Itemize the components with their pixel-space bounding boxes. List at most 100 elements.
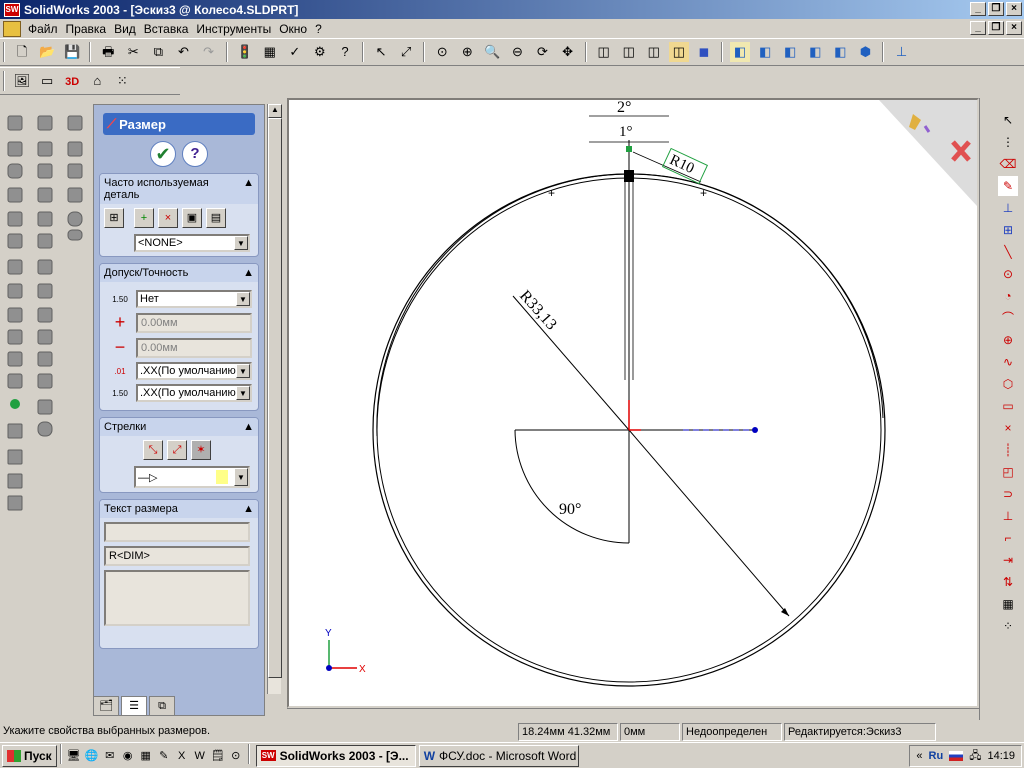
shaded-icon[interactable]: ◫ [668,42,689,62]
hidden-lines-icon[interactable]: ◫ [619,42,639,62]
chevron-down-icon[interactable]: ▼ [236,292,250,306]
view-top-icon[interactable]: ◧ [830,42,850,62]
tolerance-precision-combo[interactable]: .XX(По умолчанию) ▼ [136,384,252,402]
menu-file[interactable]: Файл [24,22,62,36]
select-icon[interactable]: ↖ [998,110,1018,130]
copy-icon[interactable]: ⧉ [148,42,168,62]
collapse-icon[interactable]: ▲ [243,267,254,279]
mirror-icon[interactable]: ⊥ [998,506,1018,526]
text-below-field[interactable] [104,570,250,626]
collapse-icon[interactable]: ▲ [243,421,254,433]
image-icon[interactable]: 🖼 [12,71,32,91]
menu-insert[interactable]: Вставка [140,22,193,36]
media-icon[interactable]: ◉ [120,746,136,766]
rotate-icon[interactable]: ⟳ [533,42,553,62]
redo-icon[interactable]: ↷ [199,42,219,62]
tools-icon[interactable]: ⚙ [310,42,330,62]
desktop-icon[interactable]: 🖥 [66,746,82,766]
add-relation-icon[interactable]: ⊞ [998,220,1018,240]
favorites-combo[interactable]: <NONE> ▼ [134,234,250,252]
delete-favorite-icon[interactable]: × [158,208,178,228]
select-filter-icon[interactable]: ⤢ [396,42,416,62]
view-iso-icon[interactable]: ⬢ [855,42,875,62]
excel-icon[interactable]: X [174,746,190,766]
arrows-smart-icon[interactable]: ✶ [191,440,211,460]
new-icon[interactable]: 🗋 [12,42,32,62]
plus-tolerance-field[interactable]: 0.00мм [136,312,252,333]
point-icon[interactable]: × [998,418,1018,438]
save-favorite-icon[interactable]: ▣ [182,208,202,228]
chevron-down-icon[interactable]: ▼ [236,386,250,400]
language-indicator[interactable]: Ru [929,750,944,762]
rectangle-icon[interactable]: ▭ [998,396,1018,416]
trim-icon[interactable]: ⌐ [998,528,1018,548]
mail-icon[interactable]: ✉ [102,746,118,766]
browser-icon[interactable]: 🌐 [84,746,100,766]
select-icon[interactable]: ↖ [371,42,391,62]
angle-dimension-1deg[interactable]: 1° [619,124,633,140]
word-icon[interactable]: W [192,746,208,766]
menu-tools[interactable]: Инструменты [192,22,275,36]
arrows-inside-icon[interactable]: ⤢ [167,440,187,460]
chevron-down-icon[interactable]: ▼ [234,468,248,486]
hidden-removed-icon[interactable]: ◫ [644,42,664,62]
menu-help[interactable]: ? [311,22,326,36]
favorite-icon[interactable]: ⊞ [104,208,124,228]
linear-pattern-icon[interactable]: ▦ [998,594,1018,614]
polygon-icon[interactable]: ⬡ [998,374,1018,394]
clock[interactable]: 14:19 [987,750,1015,762]
task-solidworks[interactable]: SW SolidWorks 2003 - [Э... [255,744,416,767]
notepad-icon[interactable]: 🗒 [210,746,226,766]
grid-icon[interactable]: ⋮ [998,132,1018,152]
menu-edit[interactable]: Правка [62,22,111,36]
collapse-icon[interactable]: ▲ [243,177,254,201]
canvas-hscroll[interactable] [287,708,979,720]
help-button[interactable]: ? [182,141,208,167]
view-back-icon[interactable]: ◧ [755,42,775,62]
menu-window[interactable]: Окно [275,22,311,36]
3d-sketch-icon[interactable]: 3D [62,72,82,92]
doc-restore-button[interactable]: ❐ [988,21,1004,35]
menu-view[interactable]: Вид [110,22,140,36]
primary-precision-combo[interactable]: .XX(По умолчанию) ▼ [136,362,252,380]
wireframe-icon[interactable]: ◫ [594,42,614,62]
angle-dimension-90[interactable]: 90° [559,501,581,518]
sketch-icon[interactable]: ✎ [998,176,1018,196]
document-icon[interactable] [3,20,21,37]
zoom-out-icon[interactable]: ⊖ [507,42,527,62]
pattern-icon[interactable]: ⁙ [112,71,132,91]
radius-dimension-r3313[interactable]: R33,13 [516,287,560,333]
calc-icon[interactable]: ▦ [138,746,154,766]
text-above-field[interactable] [104,522,250,542]
sketch-plane-icon[interactable]: ▭ [37,71,57,91]
view-left-icon[interactable]: ◧ [780,42,800,62]
tab-property-manager[interactable]: ☰ [121,696,147,716]
network-icon[interactable]: 🖧 [969,747,981,766]
angle-dimension-2deg[interactable]: 2° [617,99,631,116]
tab-configuration-manager[interactable]: ⧉ [149,696,175,716]
grid-icon[interactable]: ▦ [260,42,280,62]
close-button[interactable]: × [1006,2,1022,16]
save-icon[interactable]: 💾 [62,42,82,62]
collapse-icon[interactable]: ▲ [243,503,254,515]
help-icon[interactable]: ? [335,42,355,62]
load-favorite-icon[interactable]: ▤ [206,208,226,228]
tab-feature-manager[interactable]: 🗂 [93,696,119,716]
tool-icon[interactable]: ✎ [156,746,172,766]
shaded-edges-icon[interactable]: ◼ [694,42,714,62]
smart-dimension-icon[interactable]: ⊥ [998,198,1018,218]
hat-icon[interactable]: ⌂ [87,71,107,91]
pan-icon[interactable]: ✥ [558,42,578,62]
extend-icon[interactable]: ⇥ [998,550,1018,570]
circle-icon[interactable]: ⊕ [998,330,1018,350]
graphics-area[interactable]: 90° R33,13 2° 1° R10 + + Y X [287,98,979,708]
tolerance-type-combo[interactable]: Нет ▼ [136,290,252,308]
open-icon[interactable]: 📂 [37,42,57,62]
zoom-fit-icon[interactable]: ⊙ [432,42,452,62]
traffic-light-icon[interactable]: 🚦 [235,42,255,62]
restore-button[interactable]: ❐ [988,2,1004,16]
arrow-style-combo[interactable]: —▷ ▼ [134,466,250,488]
doc-close-button[interactable]: × [1006,21,1022,35]
spline-icon[interactable]: ∿ [998,352,1018,372]
canvas-vscroll[interactable] [979,98,991,720]
